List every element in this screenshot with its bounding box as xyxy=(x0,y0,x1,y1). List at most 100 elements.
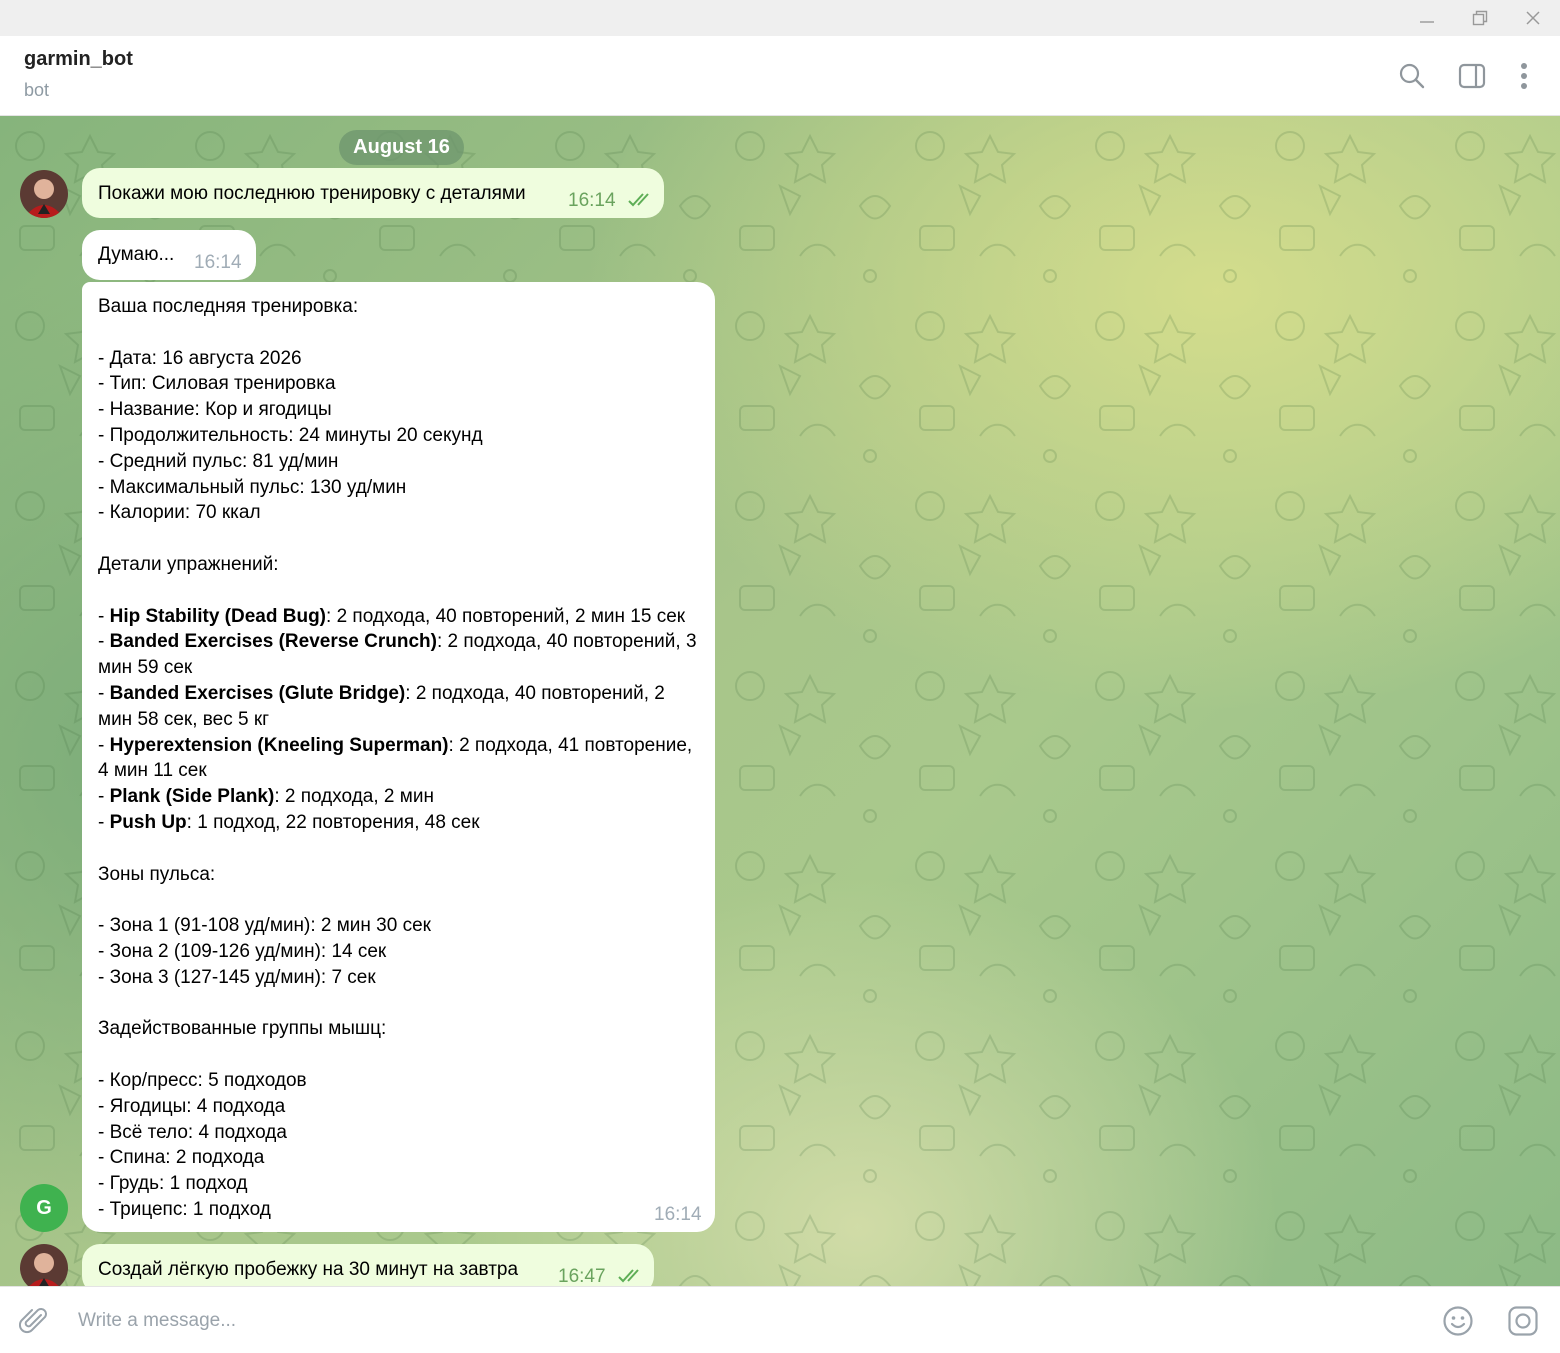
message-text: Думаю... xyxy=(98,244,175,265)
message-line: - Максимальный пульс: 130 уд/мин xyxy=(98,475,703,501)
chat-subtitle: bot xyxy=(24,80,50,100)
window-titlebar xyxy=(0,0,1560,36)
message-line-text: - Продолжительность: 24 минуты 20 секунд xyxy=(98,424,483,446)
exercise-name: Hyperextension (Kneeling Superman) xyxy=(109,734,449,756)
message-line-text: - Всё тело: 4 подхода xyxy=(98,1121,287,1143)
date-separator: August 16 xyxy=(339,130,464,165)
message-bubble-incoming[interactable]: Думаю... 16:14 xyxy=(82,230,256,280)
message-line xyxy=(98,526,703,552)
message-line-text: - xyxy=(98,734,110,756)
message-line-text: Детали упражнений: xyxy=(98,553,279,575)
message-line-text: : 2 подхода, 2 мин xyxy=(274,786,434,808)
attach-icon[interactable] xyxy=(14,1301,54,1341)
message-time: 16:14 xyxy=(568,190,616,211)
message-line-text: - Название: Кор и ягодицы xyxy=(98,399,332,421)
message-line: - Продолжительность: 24 минуты 20 секунд xyxy=(98,423,703,449)
message-time: 16:14 xyxy=(654,1204,702,1225)
message-line-text: - xyxy=(98,682,110,704)
message-time: 16:47 xyxy=(558,1266,606,1286)
message-line-text: - Ягодицы: 4 подхода xyxy=(98,1095,286,1117)
message-bubble-outgoing[interactable]: Покажи мою последнюю тренировку с деталя… xyxy=(82,168,664,218)
message-line xyxy=(98,836,703,862)
message-line-text: Ваша последняя тренировка: xyxy=(98,296,359,317)
message-line: - Plank (Side Plank): 2 подхода, 2 мин xyxy=(98,784,703,810)
message-line-text: - Спина: 2 подхода xyxy=(98,1147,265,1169)
message-line xyxy=(98,320,703,346)
exercise-name: Push Up xyxy=(109,811,187,833)
message-bubble-incoming-workout[interactable]: Ваша последняя тренировка: - Дата: 16 авг… xyxy=(82,282,715,1232)
exercise-name: Plank (Side Plank) xyxy=(109,786,275,808)
message-line: - Спина: 2 подхода xyxy=(98,1145,703,1171)
camera-icon[interactable] xyxy=(1503,1301,1543,1341)
emoji-icon[interactable] xyxy=(1438,1301,1478,1341)
message-line-text: - Кор/пресс: 5 подходов xyxy=(98,1069,307,1091)
message-line: - Грудь: 1 подход xyxy=(98,1171,703,1197)
message-line: - Hip Stability (Dead Bug): 2 подхода, 4… xyxy=(98,604,703,630)
message-line: - Banded Exercises (Reverse Crunch): 2 п… xyxy=(98,629,703,681)
user-avatar[interactable] xyxy=(20,1244,68,1286)
message-line xyxy=(98,1042,703,1068)
message-line: - Всё тело: 4 подхода xyxy=(98,1120,703,1146)
message-line-text: Задействованные группы мышц: xyxy=(98,1018,387,1040)
message-line-text: - Тип: Силовая тренировка xyxy=(98,373,336,395)
message-input[interactable] xyxy=(76,1305,1380,1337)
double-check-icon xyxy=(628,193,649,207)
message-line-text: - Дата: 16 августа 2026 xyxy=(98,347,302,369)
message-line-text: - xyxy=(98,786,110,808)
message-line: Ваша последняя тренировка: xyxy=(98,294,703,320)
message-line-text: - xyxy=(98,811,110,833)
message-line-text: - Зона 3 (127-145 уд/мин): 7 сек xyxy=(98,966,376,988)
message-line: - Зона 3 (127-145 уд/мин): 7 сек xyxy=(98,965,703,991)
message-text: Покажи мою последнюю тренировку с деталя… xyxy=(98,183,526,204)
message-line xyxy=(98,578,703,604)
restore-icon[interactable] xyxy=(1453,0,1507,36)
message-line-text: - Средний пульс: 81 уд/мин xyxy=(98,450,339,472)
message-line: Задействованные группы мышц: xyxy=(98,1016,703,1042)
message-line: - Дата: 16 августа 2026 xyxy=(98,346,703,372)
message-line: - Тип: Силовая тренировка xyxy=(98,371,703,397)
more-options-icon[interactable] xyxy=(1506,58,1542,94)
message-bubble-outgoing[interactable]: Создай лёгкую пробежку на 30 минут на за… xyxy=(82,1244,654,1286)
chat-history[interactable]: August 16 Покажи мою последнюю тренировк… xyxy=(0,116,1560,1286)
message-line: - Зона 2 (109-126 уд/мин): 14 сек xyxy=(98,939,703,965)
message-line: - Push Up: 1 подход, 22 повторения, 48 с… xyxy=(98,810,703,836)
close-icon[interactable] xyxy=(1506,0,1560,36)
message-line: - Трицепс: 1 подход xyxy=(98,1197,703,1223)
message-line: - Калории: 70 ккал xyxy=(98,500,703,526)
exercise-name: Banded Exercises (Glute Bridge) xyxy=(109,682,406,704)
message-line: - Ягодицы: 4 подхода xyxy=(98,1094,703,1120)
message-line xyxy=(98,991,703,1017)
message-line: - Banded Exercises (Glute Bridge): 2 под… xyxy=(98,681,703,733)
message-time: 16:14 xyxy=(194,252,242,273)
exercise-name: Banded Exercises (Reverse Crunch) xyxy=(109,631,437,653)
message-line-text: - Калории: 70 ккал xyxy=(98,502,261,524)
message-line: - Название: Кор и ягодицы xyxy=(98,397,703,423)
message-composer xyxy=(0,1286,1560,1353)
message-line-text: : 1 подход, 22 повторения, 48 сек xyxy=(186,811,480,833)
bot-avatar[interactable]: G xyxy=(20,1184,68,1232)
message-line-text: : 2 подхода, 40 повторений, 2 мин 15 сек xyxy=(326,605,686,627)
message-line: - Hyperextension (Kneeling Superman): 2 … xyxy=(98,733,703,785)
message-text: Ваша последняя тренировка: - Дата: 16 авг… xyxy=(98,294,703,1223)
chat-header: garmin_bot bot xyxy=(0,36,1560,116)
message-line-text: - xyxy=(98,631,110,653)
message-line: - Зона 1 (91-108 уд/мин): 2 мин 30 сек xyxy=(98,913,703,939)
message-line-text: Зоны пульса: xyxy=(98,863,216,885)
message-line xyxy=(98,887,703,913)
exercise-name: Hip Stability (Dead Bug) xyxy=(109,605,327,627)
minimize-icon[interactable] xyxy=(1400,0,1454,36)
search-icon[interactable] xyxy=(1394,58,1430,94)
message-line-text: - Максимальный пульс: 130 уд/мин xyxy=(98,476,407,498)
sidebar-toggle-icon[interactable] xyxy=(1454,58,1490,94)
user-avatar[interactable] xyxy=(20,170,68,218)
chat-title[interactable]: garmin_bot xyxy=(24,48,133,71)
message-line: - Кор/пресс: 5 подходов xyxy=(98,1068,703,1094)
message-line: Зоны пульса: xyxy=(98,862,703,888)
message-line-text: - Трицепс: 1 подход xyxy=(98,1198,271,1220)
message-line-text: - Зона 2 (109-126 уд/мин): 14 сек xyxy=(98,940,387,962)
double-check-icon xyxy=(618,1269,639,1283)
message-line-text: - Зона 1 (91-108 уд/мин): 2 мин 30 сек xyxy=(98,915,431,937)
message-line: Детали упражнений: xyxy=(98,552,703,578)
message-text: Создай лёгкую пробежку на 30 минут на за… xyxy=(98,1259,519,1280)
message-line: - Средний пульс: 81 уд/мин xyxy=(98,449,703,475)
